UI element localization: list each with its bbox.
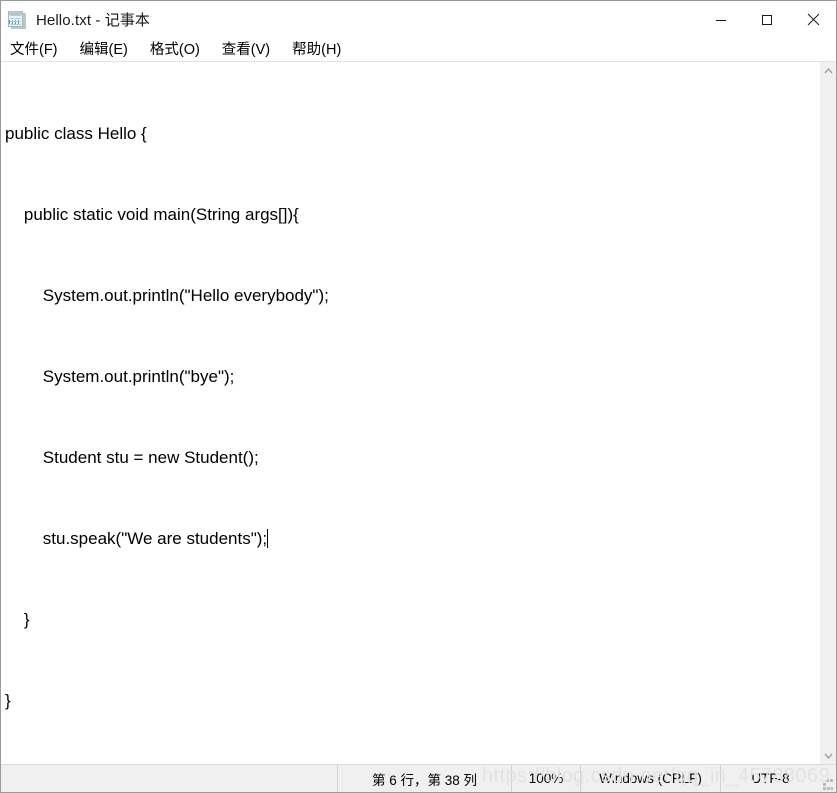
code-line: System.out.println("Hello everybody"); [5, 286, 329, 305]
status-cursor-position: 第 6 行，第 38 列 [337, 765, 511, 792]
code-line: } [5, 691, 11, 710]
vertical-scrollbar[interactable] [819, 62, 836, 764]
editor-region: public class Hello { public static void … [1, 62, 836, 764]
status-bar: 第 6 行，第 38 列 100% Windows (CRLF) UTF-8 [1, 764, 836, 792]
status-bar-spacer [1, 765, 337, 792]
notepad-window: Hello.txt - 记事本 文件(F) 编辑(E) 格式(O) 查看(V) … [0, 0, 837, 793]
window-title: Hello.txt - 记事本 [36, 12, 151, 29]
scroll-up-icon [823, 67, 833, 73]
menu-item-file[interactable]: 文件(F) [9, 39, 67, 61]
code-line: public class Hello { [5, 124, 147, 143]
code-line: Student stu = new Student(); [5, 448, 259, 467]
maximize-button[interactable] [744, 1, 790, 38]
scroll-up-button[interactable] [820, 62, 837, 79]
editor-text: public class Hello { public static void … [5, 66, 819, 764]
close-icon [807, 13, 819, 26]
status-encoding: UTF-8 [720, 765, 820, 792]
minimize-button[interactable] [698, 1, 744, 38]
menu-item-view[interactable]: 查看(V) [221, 39, 279, 61]
notepad-icon [8, 10, 28, 30]
maximize-icon [762, 14, 772, 25]
code-line: System.out.println("bye"); [5, 367, 235, 386]
menu-bar: 文件(F) 编辑(E) 格式(O) 查看(V) 帮助(H) [1, 38, 836, 62]
menu-item-help[interactable]: 帮助(H) [291, 39, 350, 61]
window-controls [698, 1, 836, 38]
text-editor[interactable]: public class Hello { public static void … [1, 62, 819, 764]
status-line-ending: Windows (CRLF) [580, 765, 720, 792]
code-line-text: stu.speak("We are students"); [5, 529, 268, 548]
scroll-down-button[interactable] [820, 747, 837, 764]
resize-grip[interactable] [820, 765, 836, 792]
minimize-icon [716, 19, 726, 21]
menu-item-edit[interactable]: 编辑(E) [79, 39, 137, 61]
scrollbar-track[interactable] [820, 79, 837, 747]
title-bar[interactable]: Hello.txt - 记事本 [1, 1, 836, 38]
status-zoom-level[interactable]: 100% [511, 765, 580, 792]
menu-item-format[interactable]: 格式(O) [149, 39, 209, 61]
code-line: public static void main(String args[]){ [5, 205, 299, 224]
code-line: } [5, 610, 30, 629]
scroll-down-icon [823, 753, 833, 759]
close-button[interactable] [790, 1, 836, 38]
text-caret [267, 529, 269, 548]
code-line-with-caret: stu.speak("We are students"); [5, 525, 819, 552]
